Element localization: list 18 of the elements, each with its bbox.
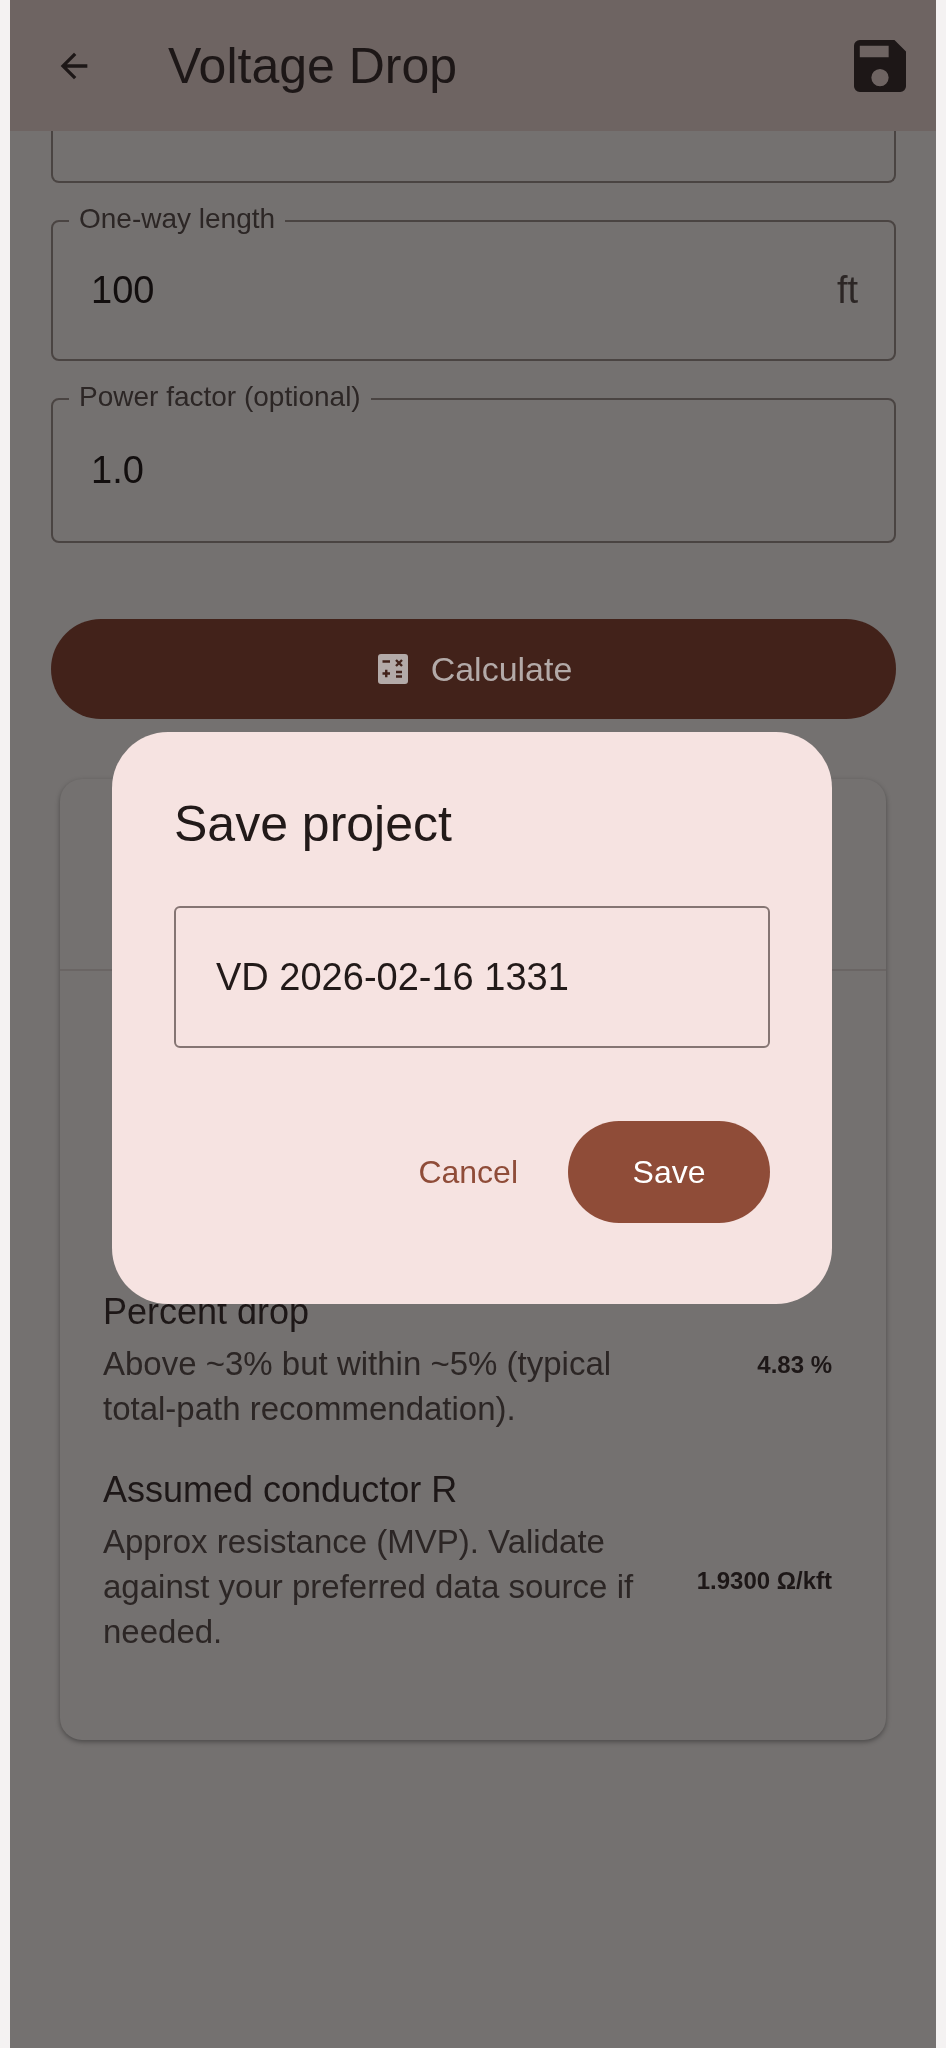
save-icon[interactable] xyxy=(854,39,906,92)
result-value: 1.9300 Ω/kft xyxy=(696,1567,832,1595)
save-button[interactable]: Save xyxy=(568,1121,770,1223)
input-field[interactable]: One-way length 100 ft xyxy=(51,202,896,361)
field-value: 100 xyxy=(91,269,156,312)
result-description: Above ~3% but within ~5% (typical total-path recommendation). xyxy=(103,1344,613,1429)
result-value: 4.83 % xyxy=(757,1351,832,1379)
unit-suffix: ft xyxy=(836,269,858,312)
result-title: Percent drop xyxy=(103,1290,311,1334)
input-field[interactable]: VD 2026-02-16 1331 xyxy=(174,906,770,1048)
cancel-button[interactable]: Cancel xyxy=(418,1143,518,1201)
screen-title: Voltage Drop xyxy=(168,36,459,95)
field-value: 1.0 xyxy=(91,449,145,492)
calculate-button[interactable]: Calculate xyxy=(51,619,896,719)
result-description: Approx resistance (MVP). Validate against your preferred data source if needed. xyxy=(103,1522,635,1652)
dialog-title: Save project xyxy=(174,795,453,854)
input-field[interactable]: Power factor (optional) 1.0 xyxy=(51,380,896,543)
result-title: Assumed conductor R xyxy=(103,1468,459,1512)
